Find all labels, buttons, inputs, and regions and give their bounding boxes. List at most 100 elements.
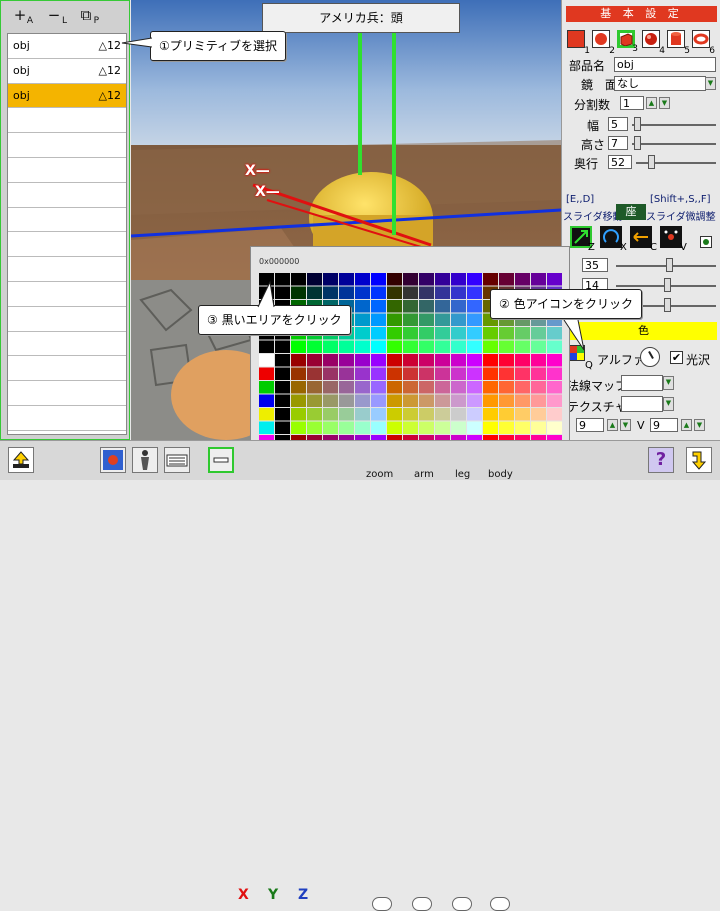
normal-map-select[interactable]: [621, 375, 663, 391]
palette-color-swatch[interactable]: [515, 367, 530, 381]
u-up-button[interactable]: ▲: [607, 419, 618, 431]
palette-color-swatch[interactable]: [371, 340, 386, 354]
palette-color-swatch[interactable]: [387, 367, 402, 381]
palette-color-swatch[interactable]: [355, 408, 370, 421]
divisions-down-button[interactable]: ▼: [659, 97, 670, 109]
palette-color-swatch[interactable]: [371, 286, 386, 300]
palette-color-swatch[interactable]: [403, 394, 418, 408]
palette-color-swatch[interactable]: [467, 367, 482, 381]
palette-color-swatch[interactable]: [323, 394, 338, 408]
palette-color-swatch[interactable]: [403, 381, 418, 394]
palette-color-swatch[interactable]: [467, 327, 482, 340]
palette-color-swatch[interactable]: [515, 381, 530, 394]
character-button[interactable]: [132, 447, 158, 473]
palette-color-swatch[interactable]: [483, 408, 498, 421]
position-slider-thumb-3[interactable]: [664, 298, 671, 312]
palette-color-swatch[interactable]: [403, 421, 418, 435]
palette-basic-swatch[interactable]: [259, 340, 274, 354]
palette-color-swatch[interactable]: [387, 394, 402, 408]
palette-color-swatch[interactable]: [547, 394, 562, 408]
palette-color-swatch[interactable]: [435, 367, 450, 381]
copy-object-button[interactable]: ⧉ P: [75, 5, 99, 27]
palette-color-swatch[interactable]: [291, 340, 306, 354]
palette-color-swatch[interactable]: [291, 381, 306, 394]
depth-input[interactable]: 52: [608, 155, 632, 169]
palette-color-swatch[interactable]: [451, 394, 466, 408]
palette-color-swatch[interactable]: [499, 408, 514, 421]
palette-basic-swatch[interactable]: [259, 354, 274, 367]
palette-color-swatch[interactable]: [403, 313, 418, 327]
mirror-select[interactable]: なし: [614, 76, 706, 91]
palette-color-swatch[interactable]: [307, 354, 322, 367]
palette-color-swatch[interactable]: [371, 394, 386, 408]
palette-color-swatch[interactable]: [467, 381, 482, 394]
palette-color-swatch[interactable]: [387, 354, 402, 367]
palette-black-swatch[interactable]: [275, 367, 290, 381]
palette-color-swatch[interactable]: [339, 367, 354, 381]
height-slider-thumb[interactable]: [634, 136, 641, 150]
palette-color-swatch[interactable]: [435, 327, 450, 340]
palette-color-swatch[interactable]: [451, 300, 466, 313]
palette-color-swatch[interactable]: [355, 367, 370, 381]
palette-color-swatch[interactable]: [339, 273, 354, 286]
palette-color-swatch[interactable]: [451, 421, 466, 435]
palette-color-swatch[interactable]: [387, 286, 402, 300]
rotate-tool-button[interactable]: [600, 226, 622, 248]
palette-color-swatch[interactable]: [323, 286, 338, 300]
x-axis-marker-2[interactable]: X—: [255, 184, 280, 200]
palette-color-swatch[interactable]: [467, 300, 482, 313]
y-axis-toggle-icon[interactable]: Y: [268, 887, 278, 903]
list-item-empty[interactable]: [8, 208, 126, 233]
palette-color-swatch[interactable]: [307, 286, 322, 300]
palette-color-swatch[interactable]: [419, 367, 434, 381]
palette-color-swatch[interactable]: [387, 408, 402, 421]
palette-color-swatch[interactable]: [435, 394, 450, 408]
palette-color-swatch[interactable]: [419, 381, 434, 394]
width-slider-thumb[interactable]: [634, 117, 641, 131]
list-item-empty[interactable]: [8, 257, 126, 282]
palette-color-swatch[interactable]: [547, 367, 562, 381]
palette-color-swatch[interactable]: [547, 408, 562, 421]
v-up-button[interactable]: ▲: [681, 419, 692, 431]
palette-color-swatch[interactable]: [403, 273, 418, 286]
primitive-torus-button[interactable]: 6: [692, 30, 715, 56]
palette-color-swatch[interactable]: [307, 421, 322, 435]
v-repeat-input[interactable]: 9: [650, 418, 678, 432]
palette-color-swatch[interactable]: [499, 381, 514, 394]
gloss-checkbox[interactable]: ✔: [670, 351, 683, 364]
palette-color-swatch[interactable]: [499, 327, 514, 340]
palette-color-swatch[interactable]: [467, 273, 482, 286]
palette-color-swatch[interactable]: [515, 421, 530, 435]
palette-color-swatch[interactable]: [467, 354, 482, 367]
scale-tool-button[interactable]: [630, 226, 652, 248]
palette-color-swatch[interactable]: [499, 421, 514, 435]
palette-color-swatch[interactable]: [435, 408, 450, 421]
part-name-input[interactable]: obj: [614, 57, 716, 72]
palette-color-swatch[interactable]: [355, 273, 370, 286]
palette-color-swatch[interactable]: [419, 313, 434, 327]
x-axis-marker[interactable]: X—: [245, 163, 270, 179]
palette-color-swatch[interactable]: [419, 354, 434, 367]
export-button[interactable]: [8, 447, 34, 473]
height-slider-track[interactable]: [632, 143, 716, 145]
palette-color-swatch[interactable]: [307, 273, 322, 286]
palette-color-swatch[interactable]: [435, 273, 450, 286]
palette-color-swatch[interactable]: [419, 394, 434, 408]
palette-color-swatch[interactable]: [483, 327, 498, 340]
palette-color-swatch[interactable]: [355, 394, 370, 408]
palette-color-swatch[interactable]: [323, 381, 338, 394]
palette-color-swatch[interactable]: [291, 286, 306, 300]
list-item-empty[interactable]: [8, 108, 126, 134]
palette-color-swatch[interactable]: [387, 340, 402, 354]
palette-color-swatch[interactable]: [371, 381, 386, 394]
palette-color-swatch[interactable]: [515, 394, 530, 408]
palette-color-swatch[interactable]: [435, 340, 450, 354]
palette-color-swatch[interactable]: [499, 340, 514, 354]
palette-color-swatch[interactable]: [467, 286, 482, 300]
list-item-empty[interactable]: [8, 356, 126, 382]
palette-color-swatch[interactable]: [451, 354, 466, 367]
palette-color-swatch[interactable]: [307, 408, 322, 421]
palette-color-swatch[interactable]: [307, 340, 322, 354]
list-item-empty[interactable]: [8, 232, 126, 258]
vertex-toggle[interactable]: [700, 236, 712, 248]
